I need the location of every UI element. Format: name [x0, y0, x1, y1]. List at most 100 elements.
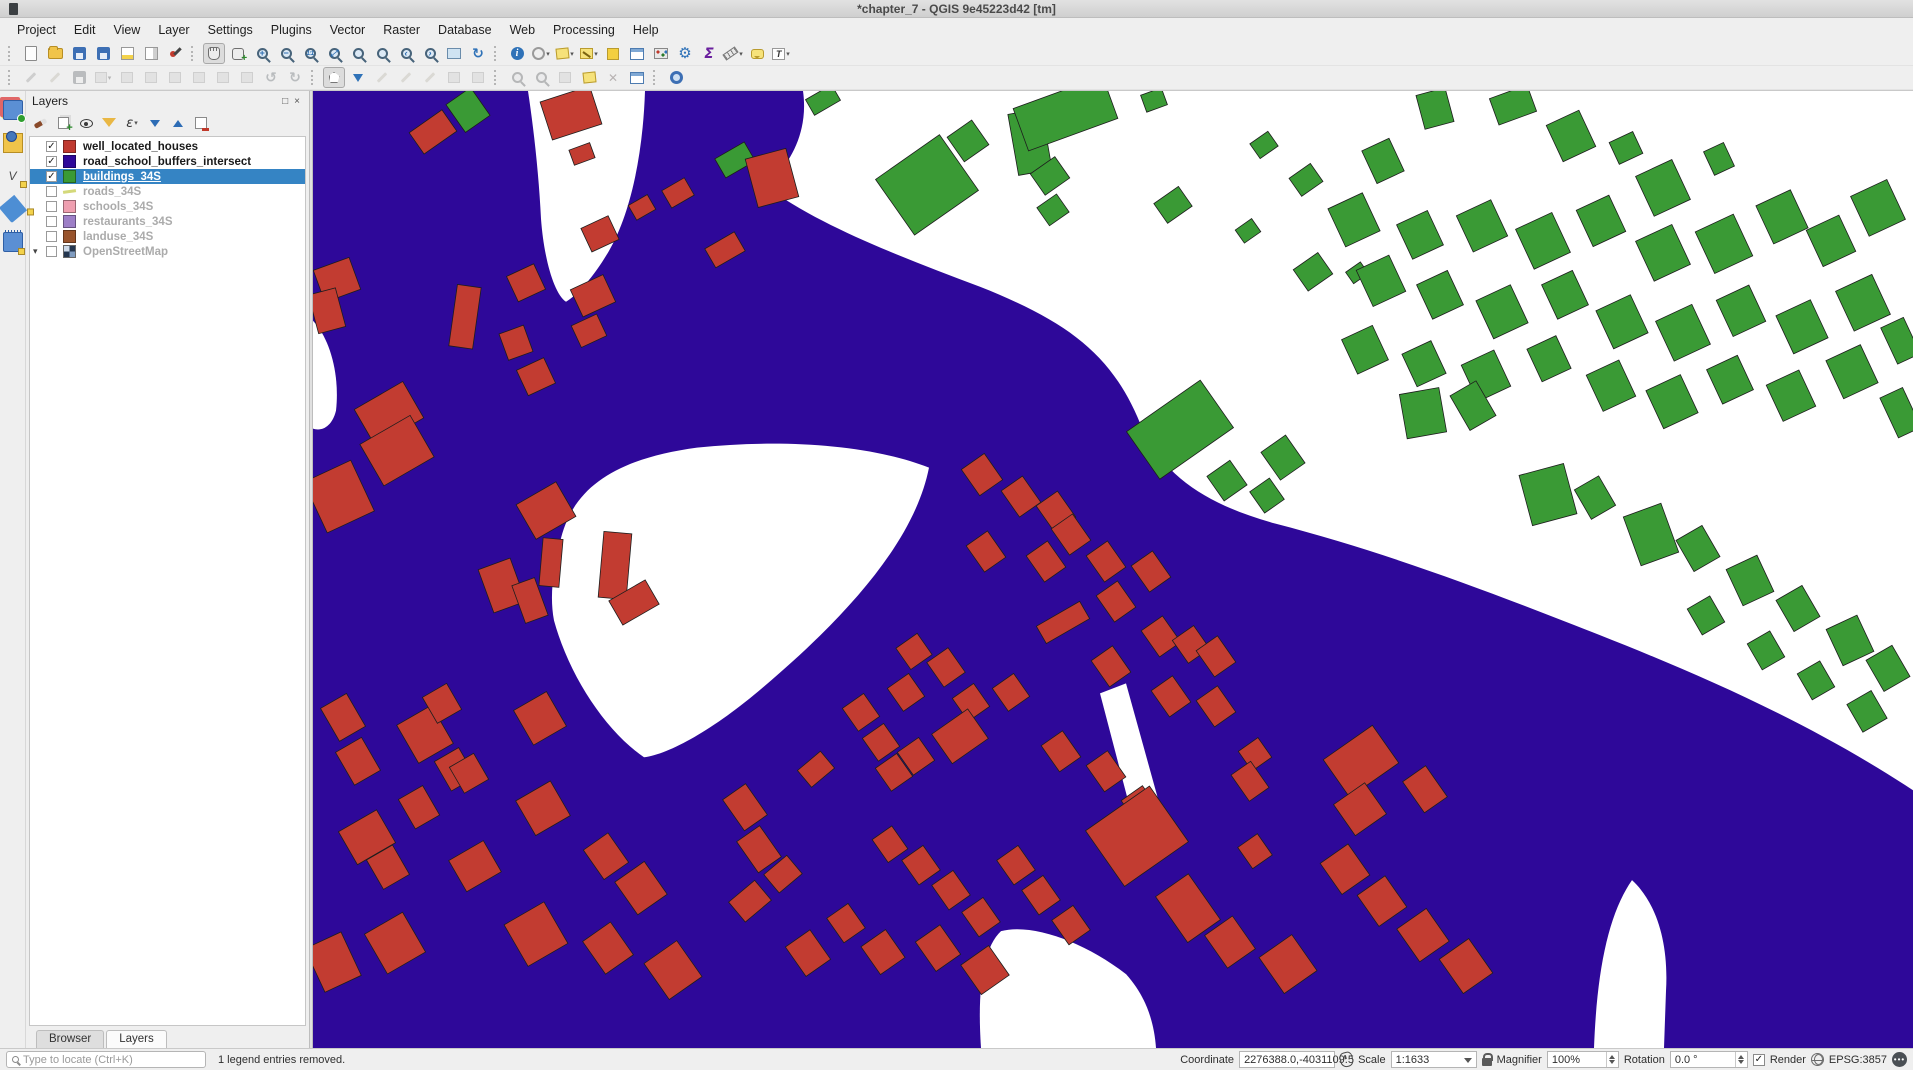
layer-visibility-checkbox[interactable] — [46, 186, 57, 197]
menu-settings[interactable]: Settings — [199, 20, 262, 40]
menu-database[interactable]: Database — [429, 20, 501, 40]
layer-labeling-icon[interactable] — [626, 67, 648, 88]
zoom-in-icon[interactable]: + — [251, 43, 273, 64]
pan-to-selection-icon[interactable] — [227, 43, 249, 64]
statistical-summary-icon[interactable]: Σ — [698, 43, 720, 64]
new-project-icon[interactable] — [20, 43, 42, 64]
field-calculator-icon[interactable] — [650, 43, 672, 64]
menu-help[interactable]: Help — [624, 20, 668, 40]
rotation-spinbox[interactable]: 0.0 ° — [1670, 1051, 1748, 1068]
toolbar-grip[interactable] — [8, 70, 15, 85]
refresh-map-icon[interactable]: ↻ — [467, 43, 489, 64]
toolbar-grip[interactable] — [191, 46, 198, 61]
layer-item-openstreetmap[interactable]: ▾OpenStreetMap — [30, 244, 305, 259]
coordinate-input[interactable]: 2276388.0,-4031109.5 — [1239, 1051, 1335, 1068]
menu-view[interactable]: View — [104, 20, 149, 40]
select-features-icon[interactable]: ▾ — [554, 43, 576, 64]
layer-visibility-checkbox[interactable] — [46, 246, 57, 257]
open-attribute-table-icon[interactable] — [626, 43, 648, 64]
layer-visibility-checkbox[interactable] — [46, 231, 57, 242]
menu-edit[interactable]: Edit — [65, 20, 105, 40]
tab-layers[interactable]: Layers — [106, 1030, 167, 1048]
panel-float-button[interactable]: □ — [279, 96, 291, 107]
new-map-view-icon[interactable] — [443, 43, 465, 64]
panel-close-button[interactable]: × — [291, 96, 303, 107]
collapse-all-icon[interactable] — [168, 113, 188, 133]
toolbar-grip[interactable] — [494, 46, 501, 61]
select-by-expression-icon[interactable]: ▾ — [578, 43, 600, 64]
toolbar-grip[interactable] — [653, 70, 660, 85]
add-group-icon[interactable] — [53, 113, 73, 133]
zoom-native-icon[interactable]: 1:1 — [299, 43, 321, 64]
save-project-as-icon[interactable] — [92, 43, 114, 64]
open-project-icon[interactable] — [44, 43, 66, 64]
zoom-next-icon[interactable]: › — [419, 43, 441, 64]
manage-map-themes-icon[interactable] — [76, 113, 96, 133]
pan-map-icon[interactable] — [203, 43, 225, 64]
menu-layer[interactable]: Layer — [149, 20, 198, 40]
menu-vector[interactable]: Vector — [321, 20, 374, 40]
tab-browser[interactable]: Browser — [36, 1030, 104, 1048]
crs-globe-icon[interactable] — [1811, 1053, 1824, 1066]
layer-visibility-checkbox[interactable] — [46, 201, 57, 212]
menu-web[interactable]: Web — [501, 20, 544, 40]
layer-visibility-checkbox[interactable]: ✓ — [46, 141, 57, 152]
crs-value[interactable]: EPSG:3857 — [1829, 1054, 1887, 1066]
expand-all-icon[interactable] — [145, 113, 165, 133]
processing-options-icon[interactable]: ⚙ — [674, 43, 696, 64]
spinner-arrows-icon[interactable] — [1606, 1052, 1618, 1067]
open-layer-styling-icon[interactable] — [30, 113, 50, 133]
layer-item-buildings_34s[interactable]: ✓buildings_34S — [30, 169, 305, 184]
layer-item-landuse_34s[interactable]: landuse_34S — [30, 229, 305, 244]
map-canvas[interactable] — [313, 91, 1913, 1048]
save-project-icon[interactable] — [68, 43, 90, 64]
layer-visibility-checkbox[interactable]: ✓ — [46, 156, 57, 167]
zoom-last-icon[interactable]: ‹ — [395, 43, 417, 64]
add-vector-layer-icon[interactable]: V — [2, 165, 24, 186]
new-bookmark-icon[interactable] — [578, 67, 600, 88]
data-source-manager-icon[interactable] — [2, 99, 24, 120]
expand-arrow-icon[interactable]: ▾ — [33, 246, 38, 257]
add-raster-layer-icon[interactable] — [2, 231, 24, 252]
digitize-shape-icon[interactable] — [323, 67, 345, 88]
magnifier-spinbox[interactable]: 100% — [1547, 1051, 1619, 1068]
filter-legend-icon[interactable] — [99, 113, 119, 133]
style-manager-icon[interactable] — [164, 43, 186, 64]
zoom-out-icon[interactable]: − — [275, 43, 297, 64]
measure-line-icon[interactable]: ▾ — [722, 43, 744, 64]
layer-visibility-checkbox[interactable] — [46, 216, 57, 227]
zoom-to-layer-icon[interactable] — [371, 43, 393, 64]
add-mesh-layer-icon[interactable] — [2, 198, 24, 219]
menu-processing[interactable]: Processing — [544, 20, 624, 40]
text-annotation-icon[interactable]: T▾ — [770, 43, 792, 64]
zoom-full-icon[interactable]: ⤢ — [323, 43, 345, 64]
render-checkbox[interactable]: ✓ — [1753, 1054, 1765, 1066]
menu-plugins[interactable]: Plugins — [262, 20, 321, 40]
toolbar-grip[interactable] — [311, 70, 318, 85]
lock-scale-icon[interactable] — [1482, 1058, 1492, 1066]
run-feature-action-icon[interactable]: ▾ — [530, 43, 552, 64]
browser-panel-icon[interactable] — [2, 132, 24, 153]
layer-item-restaurants_34s[interactable]: restaurants_34S — [30, 214, 305, 229]
layer-item-road_school_buffers_intersect[interactable]: ✓road_school_buffers_intersect — [30, 154, 305, 169]
remove-layer-icon[interactable] — [191, 113, 211, 133]
map-tips-icon[interactable] — [746, 43, 768, 64]
layer-visibility-checkbox[interactable]: ✓ — [46, 171, 57, 182]
layer-item-schools_34s[interactable]: schools_34S — [30, 199, 305, 214]
stream-digitizing-icon[interactable] — [347, 67, 369, 88]
locate-input[interactable]: Type to locate (Ctrl+K) — [6, 1051, 206, 1068]
processing-toolbox-icon[interactable] — [665, 67, 687, 88]
messages-icon[interactable]: ••• — [1892, 1052, 1907, 1067]
new-print-layout-icon[interactable] — [116, 43, 138, 64]
toolbar-grip[interactable] — [494, 70, 501, 85]
filter-by-expression-icon[interactable]: ε▾ — [122, 113, 142, 133]
menu-project[interactable]: Project — [8, 20, 65, 40]
scale-combo[interactable]: 1:1633 — [1391, 1051, 1477, 1068]
spinner-arrows-icon[interactable] — [1735, 1052, 1747, 1067]
identify-features-icon[interactable]: i — [506, 43, 528, 64]
menu-raster[interactable]: Raster — [374, 20, 429, 40]
layout-manager-icon[interactable] — [140, 43, 162, 64]
deselect-features-icon[interactable] — [602, 43, 624, 64]
toolbar-grip[interactable] — [8, 46, 15, 61]
zoom-to-selection-icon[interactable] — [347, 43, 369, 64]
